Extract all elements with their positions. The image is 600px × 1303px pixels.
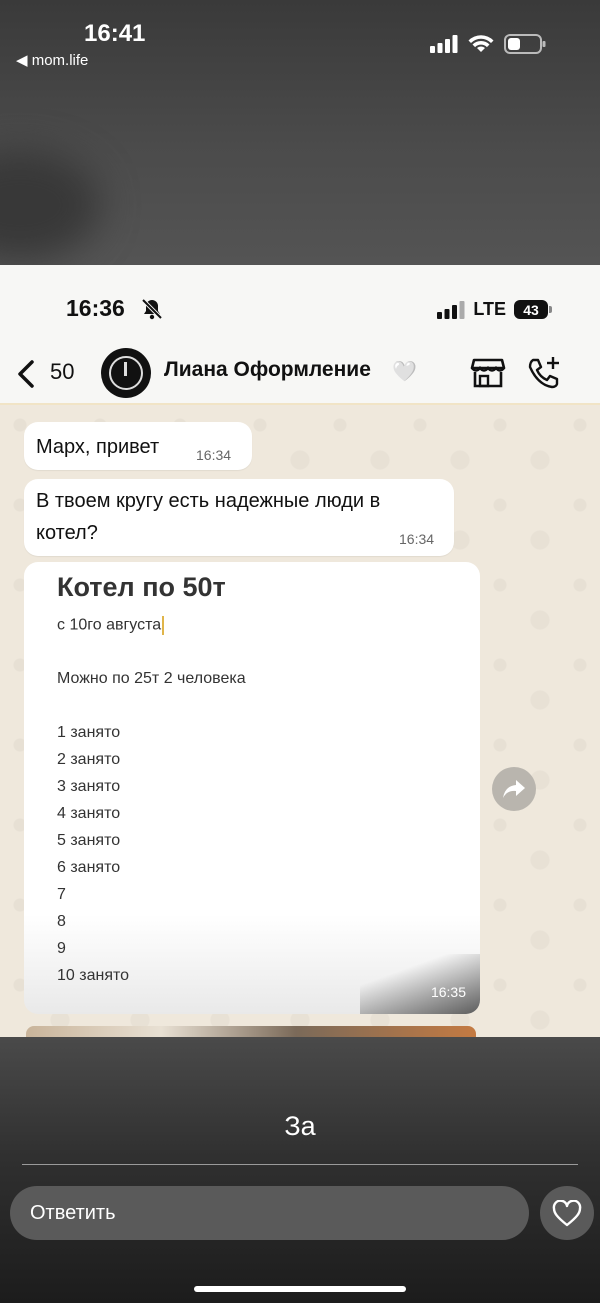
story-bottom-area: За Ответить	[0, 1037, 600, 1303]
message-text: Марх, привет	[36, 436, 160, 458]
chat-screenshot: 16:36 LTE 43 50 Лиана Оформление 🤍 Марх,…	[0, 265, 600, 1037]
contact-name[interactable]: Лиана Оформление	[164, 358, 371, 382]
image-time: 16:35	[430, 984, 466, 1000]
message-text: В твоем кругу есть надежные люди в котел…	[36, 490, 381, 544]
avatar[interactable]	[101, 348, 151, 398]
image-split-line: Можно по 25т 2 человека	[57, 670, 246, 687]
network-type: LTE	[473, 299, 506, 319]
slot-item: 4 занято	[57, 805, 121, 822]
wifi-icon	[468, 34, 494, 52]
slot-item: 3 занято	[57, 778, 121, 795]
slot-item: 7	[57, 886, 66, 903]
battery-icon	[504, 34, 546, 54]
story-caption: За	[284, 1111, 316, 1141]
back-chevron-icon[interactable]	[14, 359, 40, 389]
message-time: 16:34	[196, 447, 232, 463]
heart-icon	[552, 1199, 582, 1226]
forward-arrow-icon	[503, 780, 525, 798]
like-button[interactable]	[540, 1186, 594, 1240]
slot-item: 1 занято	[57, 724, 121, 741]
image-title: Котел по 50т	[57, 572, 226, 602]
slot-item: 6 занято	[57, 859, 121, 876]
next-media-preview[interactable]	[26, 1026, 476, 1037]
message-time: 16:34	[399, 531, 435, 547]
slot-item: 10 занято	[57, 967, 130, 984]
message-bubble[interactable]: В твоем кругу есть надежные люди в котел…	[24, 479, 454, 556]
chat-header: 50 Лиана Оформление 🤍	[0, 348, 600, 405]
message-bubble[interactable]: Марх, привет 16:34	[24, 422, 252, 470]
inner-signal-icon	[437, 300, 465, 319]
back-to-app-link[interactable]: ◀ mom.life	[16, 51, 88, 69]
slot-item: 5 занято	[57, 832, 121, 849]
slot-item: 9	[57, 940, 66, 957]
image-date-line: с 10го августа	[57, 616, 165, 635]
inner-status-bar: 16:36 LTE 43	[0, 265, 600, 351]
inner-battery: 43	[514, 300, 552, 319]
reply-input[interactable]: Ответить	[10, 1186, 529, 1240]
story-top-area: 16:41 ◀ mom.life	[0, 0, 600, 265]
store-icon[interactable]	[470, 357, 506, 389]
unread-count[interactable]: 50	[50, 359, 74, 385]
contact-emoji: 🤍	[392, 361, 417, 383]
status-time: 16:41	[84, 20, 146, 47]
forward-button[interactable]	[492, 767, 536, 811]
divider	[22, 1164, 578, 1165]
inner-status-time: 16:36	[66, 295, 125, 321]
muted-bell-icon	[141, 298, 163, 320]
slot-item: 8	[57, 913, 66, 930]
signal-icon	[430, 35, 458, 53]
home-indicator[interactable]	[194, 1286, 406, 1292]
image-message[interactable]: Котел по 50т с 10го августа Можно по 25т…	[24, 562, 480, 1014]
add-call-icon[interactable]	[525, 355, 561, 391]
status-icons	[430, 34, 546, 54]
slot-item: 2 занято	[57, 751, 121, 768]
